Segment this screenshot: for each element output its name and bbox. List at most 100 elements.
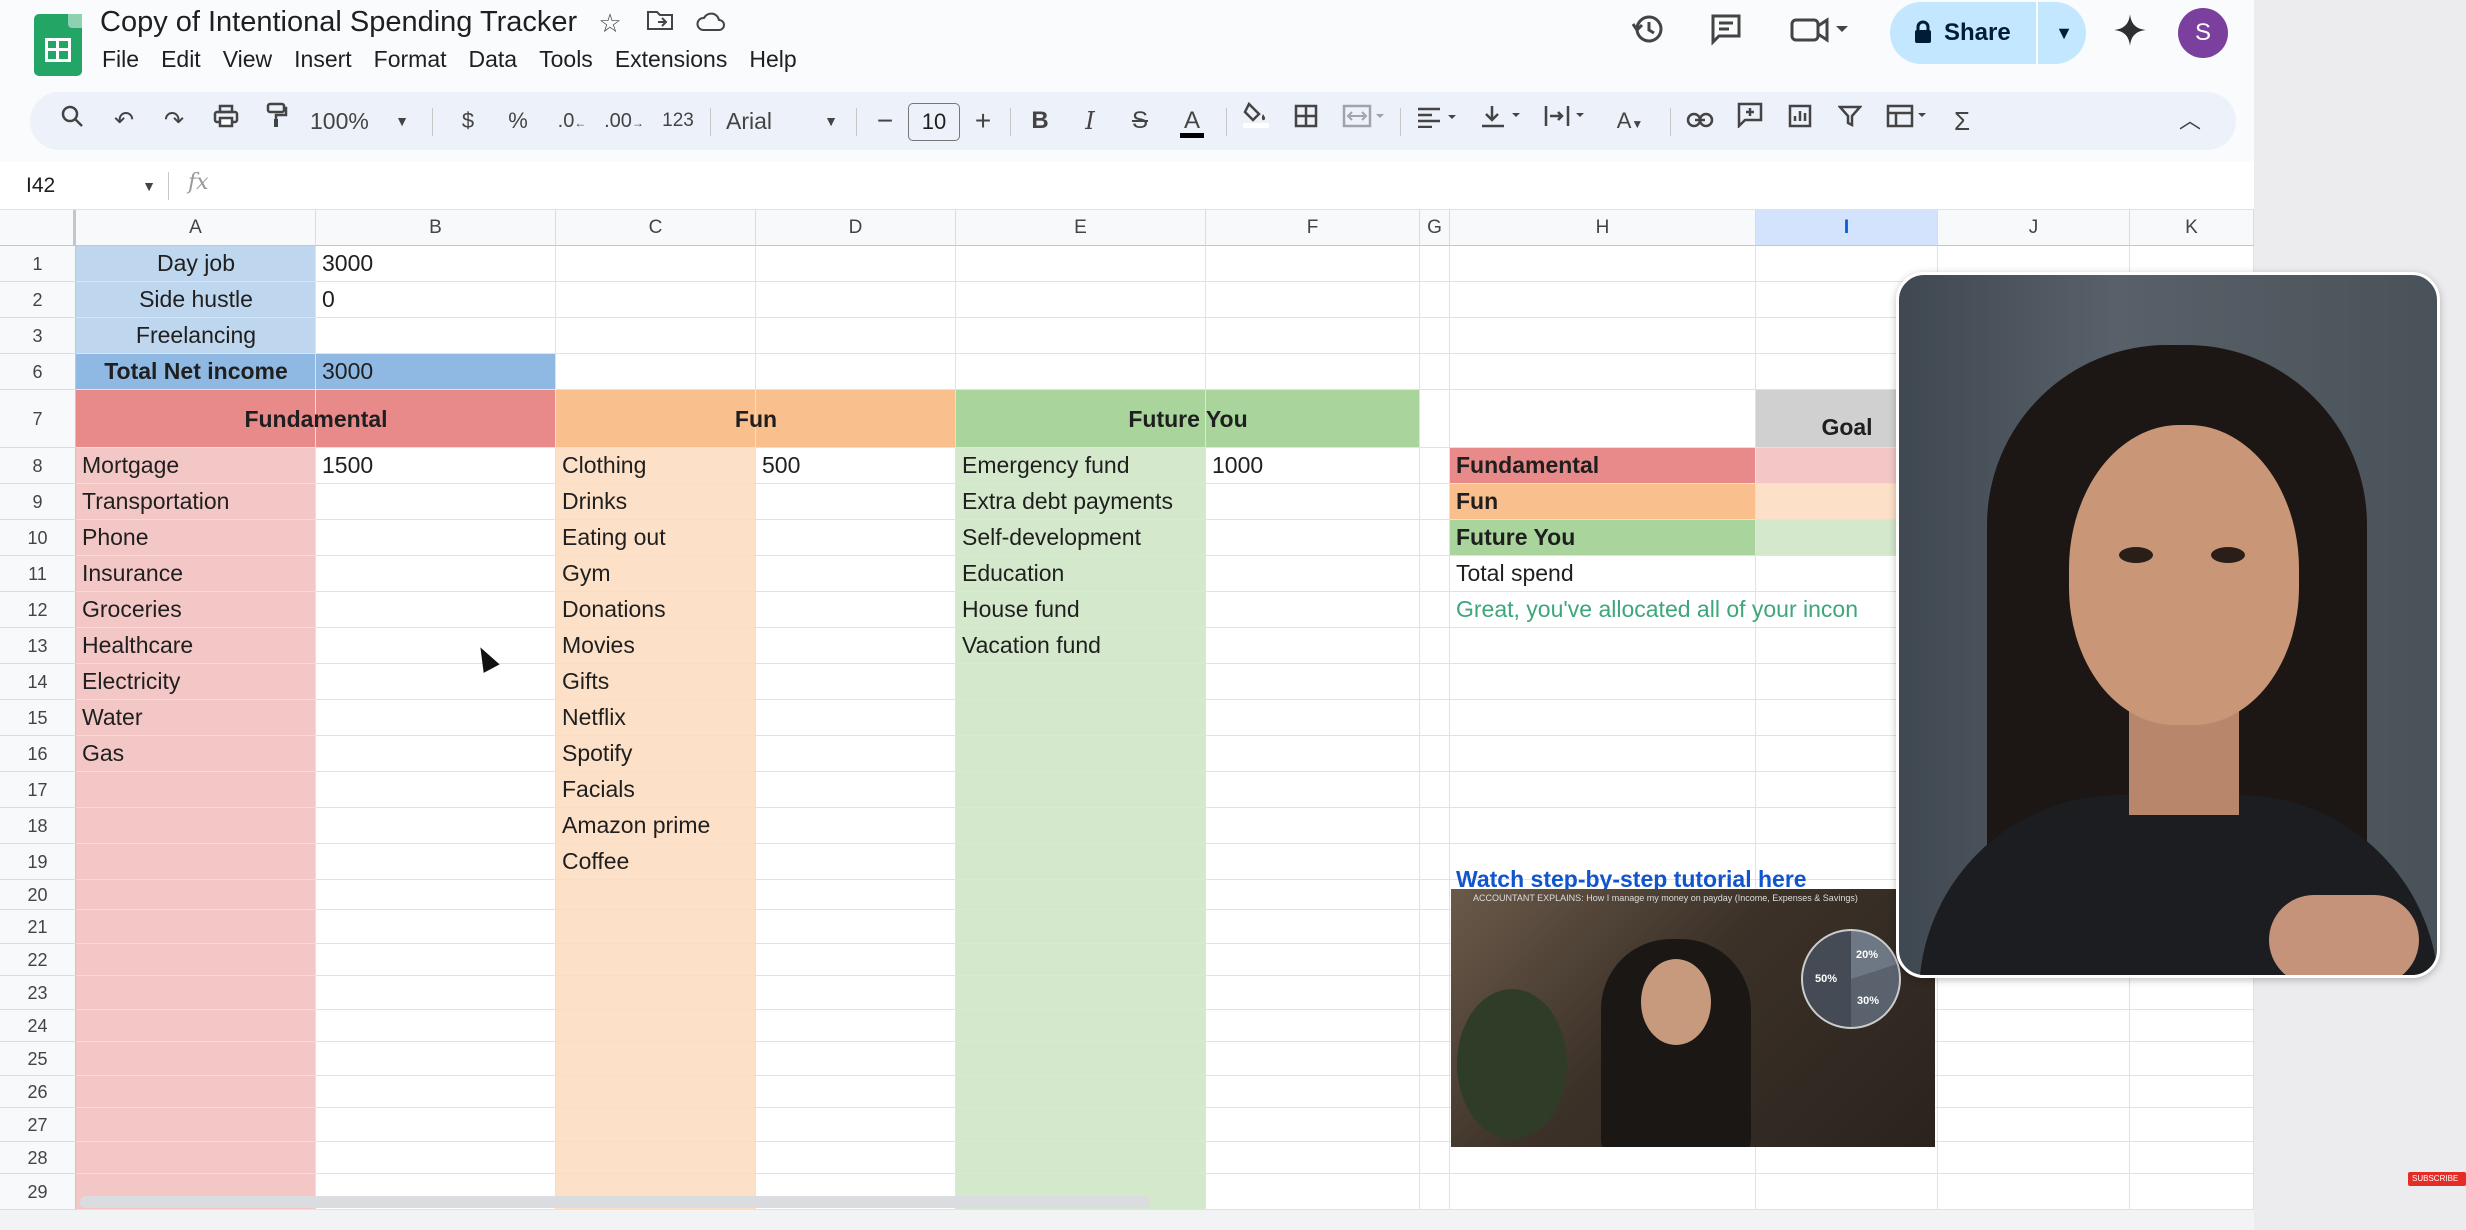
fundamental-item[interactable]: Healthcare — [76, 628, 316, 662]
increase-font-size-button[interactable]: + — [966, 92, 1000, 150]
decrease-font-size-button[interactable]: − — [868, 92, 902, 150]
bold-icon[interactable]: B — [1020, 92, 1060, 150]
strikethrough-icon[interactable]: S — [1120, 92, 1160, 150]
cell-a3[interactable]: Freelancing — [76, 318, 316, 352]
row-header[interactable]: 19 — [0, 844, 76, 880]
menu-extensions[interactable]: Extensions — [604, 44, 739, 74]
column-header-g[interactable]: G — [1420, 210, 1450, 246]
decrease-decimal-button[interactable]: .0← — [548, 92, 596, 150]
future-item[interactable]: Extra debt payments — [956, 484, 1206, 518]
column-header-e[interactable]: E — [956, 210, 1206, 246]
undo-icon[interactable]: ↶ — [104, 92, 144, 150]
horizontal-align-icon[interactable] — [1410, 92, 1466, 150]
future-value-item[interactable]: 1000 — [1206, 448, 1420, 482]
fun-item[interactable]: Facials — [556, 772, 756, 806]
row-header[interactable]: 8 — [0, 448, 76, 484]
future-item[interactable]: Vacation fund — [956, 628, 1206, 662]
column-header-h[interactable]: H — [1450, 210, 1756, 246]
insert-chart-icon[interactable] — [1780, 92, 1820, 150]
fun-item[interactable]: Movies — [556, 628, 756, 662]
cell-h10[interactable]: Future You — [1450, 520, 1756, 554]
column-header-k[interactable]: K — [2130, 210, 2254, 246]
insert-comment-icon[interactable] — [1730, 92, 1770, 150]
cell-a2[interactable]: Side hustle — [76, 282, 316, 316]
comments-icon[interactable] — [1702, 12, 1750, 58]
account-avatar[interactable]: S — [2178, 8, 2228, 58]
redo-icon[interactable]: ↷ — [154, 92, 194, 150]
font-size-input[interactable]: 10 — [908, 103, 960, 141]
percent-format-button[interactable]: % — [498, 92, 538, 150]
fundamental-item[interactable]: Phone — [76, 520, 316, 554]
sheets-logo[interactable] — [34, 14, 82, 76]
column-header-c[interactable]: C — [556, 210, 756, 246]
cell-fundamental-header[interactable]: Fundamental — [76, 402, 556, 436]
row-header[interactable]: 6 — [0, 354, 76, 390]
italic-icon[interactable]: I — [1070, 92, 1110, 150]
fundamental-item[interactable]: Gas — [76, 736, 316, 770]
increase-decimal-button[interactable]: .00→ — [598, 92, 650, 150]
move-folder-icon[interactable] — [642, 6, 678, 40]
row-header[interactable]: 22 — [0, 944, 76, 976]
menu-tools[interactable]: Tools — [528, 44, 604, 74]
row-header[interactable]: 2 — [0, 282, 76, 318]
row-header[interactable]: 11 — [0, 556, 76, 592]
cell-h12-allocation-message[interactable]: Great, you've allocated all of your inco… — [1450, 592, 1900, 626]
row-header[interactable]: 17 — [0, 772, 76, 808]
row-header[interactable]: 12 — [0, 592, 76, 628]
currency-format-button[interactable]: $ — [448, 92, 488, 150]
fun-item[interactable]: Coffee — [556, 844, 756, 878]
fundamental-item[interactable]: Electricity — [76, 664, 316, 698]
row-header[interactable]: 21 — [0, 910, 76, 944]
cell-h11[interactable]: Total spend — [1450, 556, 1756, 590]
row-header[interactable]: 15 — [0, 700, 76, 736]
row-header[interactable]: 9 — [0, 484, 76, 520]
row-header[interactable]: 3 — [0, 318, 76, 354]
fun-item[interactable]: Gifts — [556, 664, 756, 698]
future-item[interactable]: House fund — [956, 592, 1206, 626]
fun-item[interactable]: Drinks — [556, 484, 756, 518]
insert-link-icon[interactable] — [1680, 92, 1720, 150]
fundamental-item[interactable]: Insurance — [76, 556, 316, 590]
fundamental-item[interactable]: Water — [76, 700, 316, 734]
future-item[interactable]: Emergency fund — [956, 448, 1206, 482]
select-all-corner[interactable] — [0, 210, 76, 246]
future-item[interactable]: Self-development — [956, 520, 1206, 554]
menu-insert[interactable]: Insert — [283, 44, 363, 74]
row-header[interactable]: 16 — [0, 736, 76, 772]
cell-b1[interactable]: 3000 — [316, 246, 556, 280]
cell-future-header[interactable]: Future You — [956, 402, 1420, 436]
fun-item[interactable]: Amazon prime — [556, 808, 756, 842]
gemini-icon[interactable] — [2106, 12, 2154, 58]
filter-icon[interactable] — [1830, 92, 1870, 150]
row-header[interactable]: 24 — [0, 1010, 76, 1042]
paint-format-icon[interactable] — [256, 92, 296, 150]
tutorial-video-thumbnail[interactable]: ACCOUNTANT EXPLAINS: How I manage my mon… — [1451, 889, 1935, 1147]
functions-icon[interactable]: Σ — [1942, 92, 1982, 150]
cell-a1[interactable]: Day job — [76, 246, 316, 280]
text-rotation-icon[interactable]: A▼ — [1602, 92, 1658, 150]
collapse-toolbar-icon[interactable]: ︿ — [2170, 92, 2210, 150]
horizontal-scrollbar[interactable] — [80, 1196, 1150, 1208]
row-header[interactable]: 18 — [0, 808, 76, 844]
row-header[interactable]: 13 — [0, 628, 76, 664]
row-header[interactable]: 1 — [0, 246, 76, 282]
fundamental-item[interactable]: Mortgage — [76, 448, 316, 482]
column-header-b[interactable]: B — [316, 210, 556, 246]
row-header[interactable]: 14 — [0, 664, 76, 700]
future-item[interactable]: Education — [956, 556, 1206, 590]
column-header-i[interactable]: I — [1756, 210, 1938, 246]
row-header[interactable]: 25 — [0, 1042, 76, 1076]
vertical-align-icon[interactable] — [1474, 92, 1530, 150]
name-box[interactable]: I42 ▼ — [26, 171, 156, 201]
row-header[interactable]: 28 — [0, 1142, 76, 1174]
subscribe-badge[interactable]: SUBSCRIBE — [2408, 1172, 2466, 1186]
search-menus-icon[interactable] — [52, 92, 92, 150]
row-header[interactable]: 27 — [0, 1108, 76, 1142]
name-box-dropdown-icon[interactable]: ▼ — [142, 171, 156, 201]
fun-item[interactable]: Netflix — [556, 700, 756, 734]
column-header-d[interactable]: D — [756, 210, 956, 246]
menu-view[interactable]: View — [212, 44, 283, 74]
document-title[interactable]: Copy of Intentional Spending Tracker — [100, 6, 577, 39]
print-icon[interactable] — [206, 92, 246, 150]
fun-item[interactable]: Clothing — [556, 448, 756, 482]
